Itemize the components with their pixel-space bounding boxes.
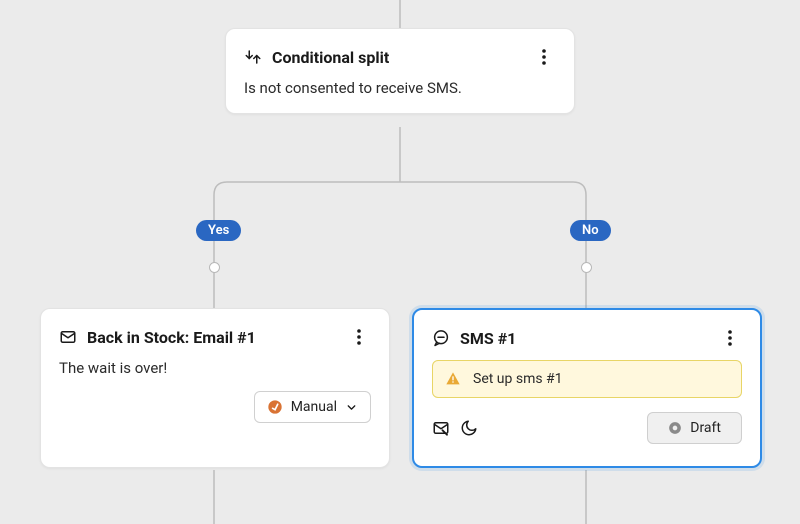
branch-no-pill: No	[570, 220, 611, 241]
split-icon	[244, 48, 262, 66]
sms-title: SMS #1	[460, 329, 516, 348]
sms-more-button[interactable]	[718, 326, 742, 350]
sms-card[interactable]: SMS #1 Set up sms #1	[412, 308, 762, 468]
status-button[interactable]: Draft	[647, 412, 742, 444]
sms-warning-text: Set up sms #1	[473, 371, 563, 387]
status-label: Draft	[690, 420, 721, 436]
email-footer: Manual	[59, 391, 371, 423]
send-mode-dropdown[interactable]: Manual	[254, 391, 371, 423]
conditional-more-button[interactable]	[532, 45, 556, 69]
card-header-left: Conditional split	[244, 48, 389, 67]
conditional-title: Conditional split	[272, 48, 389, 67]
branch-no-label: No	[582, 223, 599, 238]
card-header-left: Back in Stock: Email #1	[59, 328, 256, 347]
quiet-hours-icon[interactable]	[460, 419, 478, 437]
card-header-left: SMS #1	[432, 329, 516, 348]
more-vertical-icon	[728, 330, 732, 346]
sms-icon	[432, 329, 450, 347]
branch-yes-label: Yes	[208, 223, 229, 238]
manual-icon	[267, 399, 283, 415]
card-header: Conditional split	[244, 45, 556, 69]
draft-status-icon	[668, 421, 682, 435]
more-vertical-icon	[542, 49, 546, 65]
sms-warning-banner[interactable]: Set up sms #1	[432, 360, 742, 398]
no-port	[581, 262, 592, 273]
sms-mini-icons	[432, 419, 478, 437]
more-vertical-icon	[357, 329, 361, 345]
yes-port	[209, 262, 220, 273]
email-more-button[interactable]	[347, 325, 371, 349]
branch-yes-pill: Yes	[196, 220, 241, 241]
smart-send-icon[interactable]	[432, 419, 450, 437]
card-header: SMS #1	[432, 326, 742, 350]
email-card[interactable]: Back in Stock: Email #1 The wait is over…	[40, 308, 390, 468]
email-description: The wait is over!	[59, 359, 371, 377]
conditional-description: Is not consented to receive SMS.	[244, 79, 556, 97]
chevron-down-icon	[345, 401, 358, 414]
card-header: Back in Stock: Email #1	[59, 325, 371, 349]
warning-icon	[445, 371, 461, 387]
send-mode-label: Manual	[291, 399, 337, 415]
conditional-split-card[interactable]: Conditional split Is not consented to re…	[225, 28, 575, 114]
email-icon	[59, 328, 77, 346]
sms-footer: Draft	[432, 412, 742, 444]
email-title: Back in Stock: Email #1	[87, 328, 256, 347]
